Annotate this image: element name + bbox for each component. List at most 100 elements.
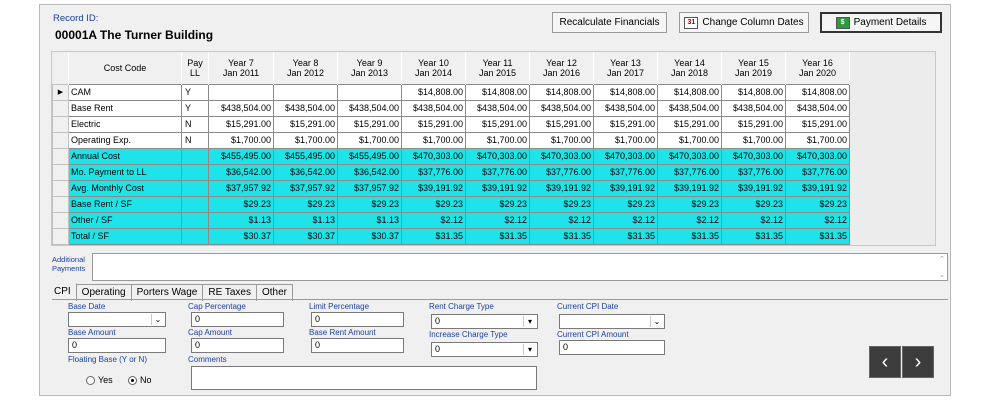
cost-code-cell[interactable]: Mo. Payment to LL xyxy=(68,163,182,181)
amount-cell[interactable]: $15,291.00 xyxy=(337,115,402,133)
cost-code-cell[interactable]: Annual Cost xyxy=(68,147,182,165)
amount-cell[interactable]: $15,291.00 xyxy=(657,115,722,133)
table-row[interactable]: Base Rent Y $438,504.00 $438,504.00 $438,504… xyxy=(52,99,850,117)
amount-cell[interactable]: $2.12 xyxy=(401,211,466,229)
amount-cell[interactable]: $29.23 xyxy=(337,195,402,213)
amount-cell[interactable] xyxy=(337,83,402,101)
amount-cell[interactable]: $29.23 xyxy=(465,195,530,213)
amount-cell[interactable]: $15,291.00 xyxy=(208,115,274,133)
increase-charge-type-select[interactable]: 0 ▾ xyxy=(431,342,538,357)
amount-cell[interactable]: $14,808.00 xyxy=(401,83,466,101)
amount-cell[interactable]: $36,542.00 xyxy=(337,163,402,181)
amount-cell[interactable]: $438,504.00 xyxy=(657,99,722,117)
amount-cell[interactable]: $31.35 xyxy=(721,227,786,245)
amount-cell[interactable]: $438,504.00 xyxy=(208,99,274,117)
current-cpi-amount-field[interactable]: 0 xyxy=(559,340,665,355)
amount-cell[interactable]: $1.13 xyxy=(337,211,402,229)
table-row[interactable]: Annual Cost $455,495.00 $455,495.00 $455,49… xyxy=(52,147,850,165)
amount-cell[interactable]: $37,776.00 xyxy=(593,163,658,181)
next-record-button[interactable]: › xyxy=(902,346,934,378)
table-row[interactable]: Avg. Monthly Cost $37,957.92 $37,957.92 $37… xyxy=(52,179,850,197)
amount-cell[interactable] xyxy=(273,83,338,101)
cap-percentage-field[interactable]: 0 xyxy=(191,312,284,327)
cost-code-cell[interactable]: Total / SF xyxy=(68,227,182,245)
amount-cell[interactable]: $2.12 xyxy=(465,211,530,229)
amount-cell[interactable]: $2.12 xyxy=(785,211,850,229)
amount-cell[interactable]: $470,303.00 xyxy=(401,147,466,165)
amount-cell[interactable]: $37,957.92 xyxy=(208,179,274,197)
amount-cell[interactable]: $470,303.00 xyxy=(465,147,530,165)
amount-cell[interactable]: $31.35 xyxy=(465,227,530,245)
row-selector[interactable] xyxy=(52,131,69,149)
amount-cell[interactable]: $1.13 xyxy=(208,211,274,229)
pay-ll-cell[interactable] xyxy=(181,179,209,197)
cost-code-cell[interactable]: Base Rent / SF xyxy=(68,195,182,213)
amount-cell[interactable]: $15,291.00 xyxy=(529,115,594,133)
current-cpi-date-select[interactable]: ⌄ xyxy=(559,314,665,329)
amount-cell[interactable]: $31.35 xyxy=(401,227,466,245)
scroll-up-icon[interactable]: ⌃ xyxy=(939,255,945,263)
amount-cell[interactable]: $39,191.92 xyxy=(657,179,722,197)
amount-cell[interactable]: $2.12 xyxy=(721,211,786,229)
amount-cell[interactable]: $15,291.00 xyxy=(273,115,338,133)
amount-cell[interactable]: $1,700.00 xyxy=(208,131,274,149)
amount-cell[interactable]: $39,191.92 xyxy=(593,179,658,197)
additional-payments-field[interactable]: ⌃ ⌄ xyxy=(92,253,948,281)
amount-cell[interactable]: $31.35 xyxy=(529,227,594,245)
row-selector[interactable]: ▶ xyxy=(52,83,69,101)
row-selector[interactable] xyxy=(52,211,69,229)
amount-cell[interactable]: $438,504.00 xyxy=(337,99,402,117)
table-row[interactable]: Mo. Payment to LL $36,542.00 $36,542.00 $36… xyxy=(52,163,850,181)
amount-cell[interactable]: $2.12 xyxy=(657,211,722,229)
amount-cell[interactable]: $29.23 xyxy=(401,195,466,213)
amount-cell[interactable]: $470,303.00 xyxy=(593,147,658,165)
amount-cell[interactable]: $438,504.00 xyxy=(721,99,786,117)
amount-cell[interactable]: $29.23 xyxy=(785,195,850,213)
previous-record-button[interactable]: ‹ xyxy=(869,346,901,378)
pay-ll-cell[interactable]: N xyxy=(181,115,209,133)
amount-cell[interactable]: $14,808.00 xyxy=(721,83,786,101)
amount-cell[interactable]: $15,291.00 xyxy=(785,115,850,133)
amount-cell[interactable]: $455,495.00 xyxy=(273,147,338,165)
amount-cell[interactable]: $15,291.00 xyxy=(721,115,786,133)
amount-cell[interactable]: $14,808.00 xyxy=(657,83,722,101)
base-amount-field[interactable]: 0 xyxy=(68,338,166,353)
pay-ll-cell[interactable] xyxy=(181,211,209,229)
cost-code-cell[interactable]: Operating Exp. xyxy=(68,131,182,149)
amount-cell[interactable]: $37,776.00 xyxy=(657,163,722,181)
amount-cell[interactable]: $438,504.00 xyxy=(401,99,466,117)
amount-cell[interactable]: $39,191.92 xyxy=(721,179,786,197)
row-selector[interactable] xyxy=(52,195,69,213)
table-row[interactable]: Operating Exp. N $1,700.00 $1,700.00 $1,700.… xyxy=(52,131,850,149)
column-header[interactable]: Year 15 Jan 2019 xyxy=(721,52,786,84)
floating-base-yes-radio[interactable]: Yes xyxy=(86,375,113,385)
row-selector[interactable] xyxy=(52,99,69,117)
amount-cell[interactable]: $37,776.00 xyxy=(401,163,466,181)
amount-cell[interactable]: $1,700.00 xyxy=(401,131,466,149)
amount-cell[interactable]: $30.37 xyxy=(208,227,274,245)
cost-code-cell[interactable]: Other / SF xyxy=(68,211,182,229)
column-header[interactable]: Year 16 Jan 2020 xyxy=(785,52,850,84)
pay-ll-cell[interactable] xyxy=(181,147,209,165)
amount-cell[interactable]: $30.37 xyxy=(337,227,402,245)
row-selector[interactable] xyxy=(52,163,69,181)
pay-ll-cell[interactable]: N xyxy=(181,131,209,149)
amount-cell[interactable]: $37,776.00 xyxy=(721,163,786,181)
table-row[interactable]: Total / SF $30.37 $30.37 $30.37 $31.35 $31.35… xyxy=(52,227,850,245)
amount-cell[interactable]: $15,291.00 xyxy=(401,115,466,133)
cost-code-cell[interactable]: CAM xyxy=(68,83,182,101)
amount-cell[interactable]: $39,191.92 xyxy=(785,179,850,197)
amount-cell[interactable]: $36,542.00 xyxy=(273,163,338,181)
amount-cell[interactable]: $1,700.00 xyxy=(273,131,338,149)
table-row[interactable]: Electric N $15,291.00 $15,291.00 $15,291.00 $… xyxy=(52,115,850,133)
amount-cell[interactable]: $470,303.00 xyxy=(785,147,850,165)
amount-cell[interactable]: $29.23 xyxy=(273,195,338,213)
cost-code-cell[interactable]: Electric xyxy=(68,115,182,133)
column-header[interactable]: Year 8 Jan 2012 xyxy=(273,52,338,84)
amount-cell[interactable]: $1,700.00 xyxy=(593,131,658,149)
amount-cell[interactable]: $31.35 xyxy=(785,227,850,245)
cost-code-cell[interactable]: Base Rent xyxy=(68,99,182,117)
floating-base-no-radio[interactable]: No xyxy=(128,375,152,385)
change-column-dates-button[interactable]: 31 Change Column Dates xyxy=(679,12,809,33)
amount-cell[interactable]: $470,303.00 xyxy=(721,147,786,165)
